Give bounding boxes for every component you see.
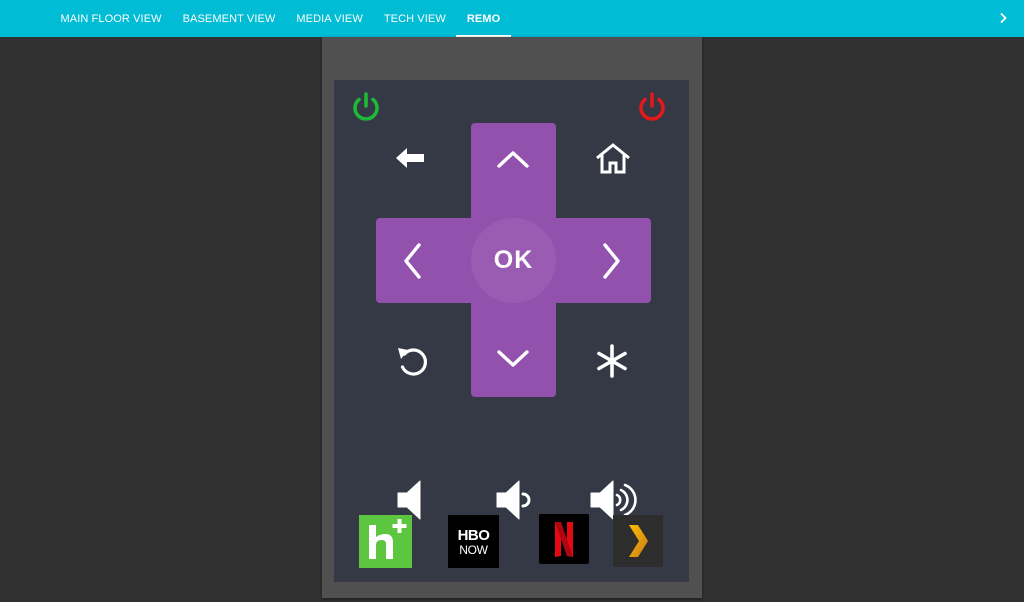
tab-basement-view[interactable]: BASEMENT VIEW (172, 0, 286, 37)
chevron-right-icon (1000, 12, 1007, 24)
plex-chevron-icon (629, 525, 648, 557)
options-button[interactable] (592, 341, 632, 381)
replay-icon (398, 348, 427, 376)
asterisk-icon (597, 344, 627, 378)
tab-remo[interactable]: REMO (456, 0, 512, 37)
chevron-down-icon (497, 350, 529, 367)
remote-card: OK HBO NOW (322, 37, 702, 598)
plex-button[interactable] (613, 515, 663, 567)
chevron-up-icon (497, 151, 529, 168)
hbo-logo-text: HBO (457, 526, 490, 544)
power-on-button[interactable] (348, 89, 384, 125)
hbo-now-button[interactable]: HBO NOW (448, 515, 499, 568)
tab-tech-view[interactable]: TECH VIEW (373, 0, 456, 37)
hulu-plus-button[interactable] (359, 515, 412, 568)
roku-remote: OK HBO NOW (334, 80, 689, 582)
power-off-button[interactable] (634, 89, 670, 125)
home-button[interactable] (593, 141, 633, 177)
hbo-now-logo-text: NOW (459, 542, 488, 557)
chevron-right-icon (603, 243, 620, 279)
ok-button[interactable]: OK (471, 218, 556, 303)
back-button[interactable] (392, 142, 428, 174)
view-tabs: MAIN FLOOR VIEW BASEMENT VIEW MEDIA VIEW… (50, 0, 512, 37)
top-app-bar: MAIN FLOOR VIEW BASEMENT VIEW MEDIA VIEW… (0, 0, 1024, 37)
home-icon (596, 143, 630, 174)
dpad-up-button[interactable] (491, 144, 535, 174)
dpad-down-button[interactable] (491, 344, 535, 374)
power-on-icon (353, 92, 379, 121)
netflix-logo-icon (555, 522, 573, 557)
netflix-button[interactable] (539, 514, 589, 564)
back-arrow-icon (396, 148, 424, 168)
dpad-right-button[interactable] (597, 239, 627, 283)
chevron-left-icon (404, 243, 421, 279)
tabs-scroll-right-button[interactable] (996, 11, 1010, 25)
tab-main-floor-view[interactable]: MAIN FLOOR VIEW (50, 0, 172, 37)
dpad-left-button[interactable] (397, 239, 427, 283)
hulu-plus-logo-icon (369, 519, 407, 559)
power-off-icon (639, 92, 665, 121)
instant-replay-button[interactable] (393, 340, 433, 380)
tab-media-view[interactable]: MEDIA VIEW (286, 0, 373, 37)
